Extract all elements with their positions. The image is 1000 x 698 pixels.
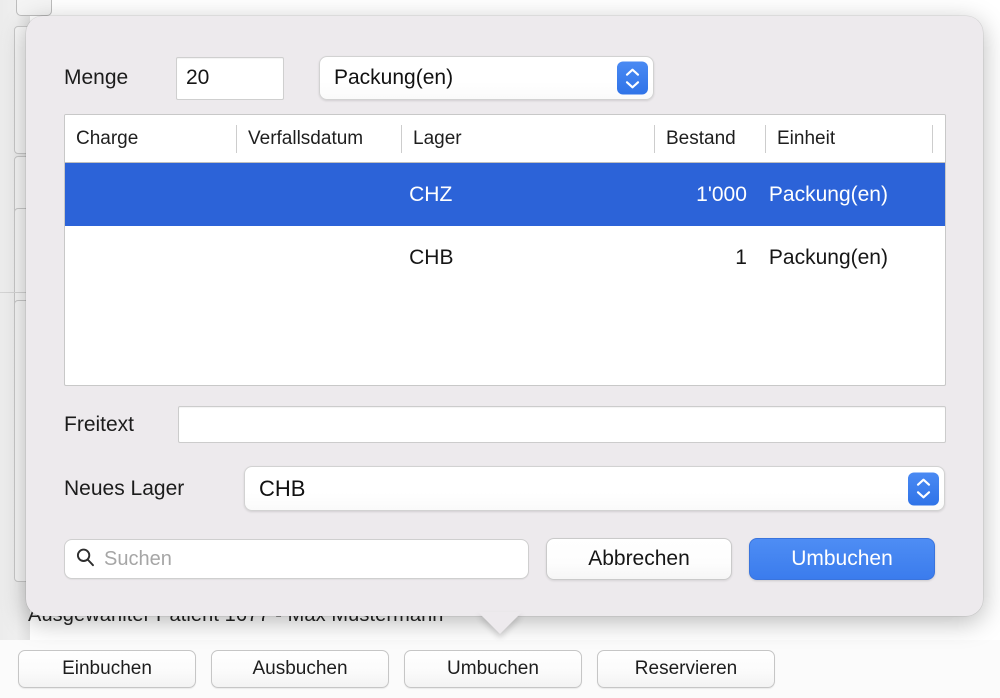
cell-verfallsdatum <box>235 163 398 226</box>
toolbar-button-reservieren[interactable]: Reservieren <box>597 650 775 688</box>
stepper-icon[interactable] <box>908 472 939 505</box>
quantity-row: Menge Packung(en) <box>64 56 654 100</box>
stock-table[interactable]: Charge Verfallsdatum Lager Bestand Einhe… <box>64 114 946 386</box>
table-row[interactable]: CHB 1 Packung(en) <box>65 226 945 289</box>
cell-charge <box>65 226 235 289</box>
freitext-input[interactable] <box>178 406 946 443</box>
toolbar-button-einbuchen[interactable]: Einbuchen <box>18 650 196 688</box>
bottom-toolbar: Einbuchen Ausbuchen Umbuchen Reservieren <box>0 640 1000 698</box>
cell-charge <box>65 163 235 226</box>
confirm-umbuchen-button[interactable]: Umbuchen <box>749 538 935 580</box>
cell-verfallsdatum <box>235 226 398 289</box>
column-header-lager[interactable]: Lager <box>402 124 655 153</box>
column-header-bestand[interactable]: Bestand <box>655 124 766 153</box>
new-storage-value: CHB <box>259 475 306 501</box>
cell-lager: CHZ <box>409 182 453 206</box>
quantity-label: Menge <box>64 66 129 89</box>
popover-arrow <box>478 612 522 634</box>
stepper-icon[interactable] <box>617 61 648 95</box>
freitext-label: Freitext <box>64 412 135 436</box>
table-row[interactable]: CHZ 1'000 Packung(en) <box>65 163 945 226</box>
column-header-einheit[interactable]: Einheit <box>766 124 933 153</box>
cell-lager: CHB <box>409 245 454 269</box>
search-icon <box>75 547 95 572</box>
umbuchen-dialog: Menge Packung(en) Charge Verfallsdatum L… <box>26 16 983 616</box>
new-storage-popup-button[interactable]: CHB <box>244 466 945 511</box>
cell-einheit: Packung(en) <box>768 245 888 269</box>
new-storage-label: Neues Lager <box>64 476 185 500</box>
cell-spacer <box>923 163 945 226</box>
column-header-charge[interactable]: Charge <box>65 124 237 153</box>
search-field[interactable] <box>64 539 529 579</box>
column-header-verfallsdatum[interactable]: Verfallsdatum <box>237 124 402 153</box>
new-storage-row: Neues Lager CHB <box>64 466 945 511</box>
column-header-spacer <box>933 125 945 153</box>
unit-popup-value: Packung(en) <box>334 66 454 89</box>
quantity-input[interactable] <box>176 56 284 100</box>
cancel-button[interactable]: Abbrechen <box>546 538 732 580</box>
table-header-row: Charge Verfallsdatum Lager Bestand Einhe… <box>65 115 945 163</box>
unit-popup-button[interactable]: Packung(en) <box>319 56 654 100</box>
cell-spacer <box>923 226 945 289</box>
cell-bestand: 1 <box>735 245 747 269</box>
search-input[interactable] <box>104 547 518 571</box>
background-top-chip <box>16 0 52 16</box>
dialog-action-bar: Abbrechen Umbuchen <box>64 538 946 580</box>
toolbar-button-ausbuchen[interactable]: Ausbuchen <box>211 650 389 688</box>
freitext-row: Freitext <box>64 406 946 443</box>
cell-einheit: Packung(en) <box>768 182 888 206</box>
cell-bestand: 1'000 <box>696 182 747 206</box>
toolbar-button-umbuchen[interactable]: Umbuchen <box>404 650 582 688</box>
